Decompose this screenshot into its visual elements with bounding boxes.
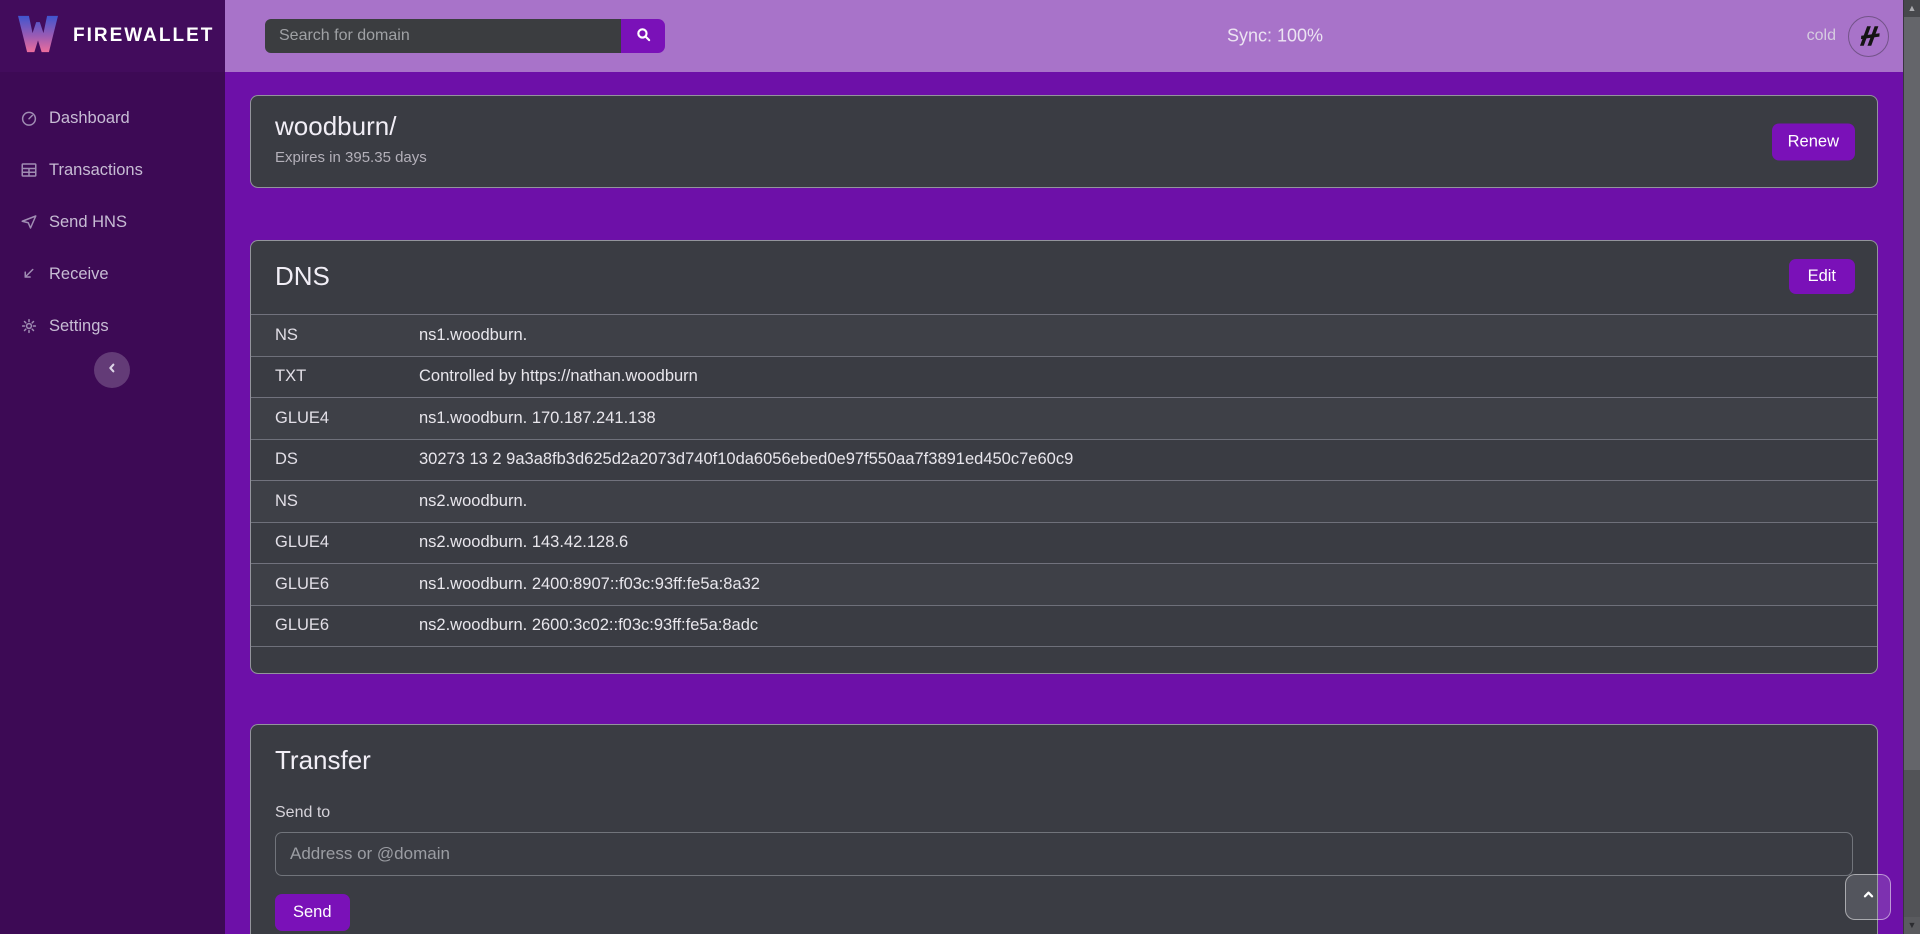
dns-record-type: GLUE4 <box>275 409 419 428</box>
renew-button[interactable]: Renew <box>1772 123 1855 160</box>
dns-record-type: DS <box>275 450 419 469</box>
sidebar-header: FIREWALLET <box>0 0 225 72</box>
wallet-info: cold <box>1807 16 1889 57</box>
scrollbar[interactable]: ▲ ▼ <box>1903 0 1920 934</box>
domain-title: woodburn/ <box>275 111 1853 142</box>
scroll-to-top-button[interactable] <box>1845 874 1891 920</box>
main-content: woodburn/ Expires in 395.35 days Renew D… <box>225 72 1903 934</box>
sidebar-collapse-button[interactable] <box>94 352 130 388</box>
dns-record-value: ns1.woodburn. 170.187.241.138 <box>419 409 656 428</box>
receive-arrow-icon <box>20 265 38 283</box>
send-to-label: Send to <box>275 804 1853 822</box>
transfer-card: Transfer Send to Send <box>250 724 1878 934</box>
dns-record-row: GLUE4 ns2.woodburn. 143.42.128.6 <box>251 522 1877 564</box>
dashboard-gauge-icon <box>20 109 38 127</box>
firewallet-logo-icon <box>16 14 60 59</box>
scrollbar-down-arrow-icon[interactable]: ▼ <box>1904 917 1920 934</box>
dns-record-row: GLUE4 ns1.woodburn. 170.187.241.138 <box>251 397 1877 439</box>
sidebar: FIREWALLET Dashboard Transactions <box>0 0 225 934</box>
dns-record-type: NS <box>275 492 419 511</box>
dns-record-type: NS <box>275 326 419 345</box>
dns-record-row: NS ns2.woodburn. <box>251 480 1877 522</box>
chevron-left-icon <box>104 360 120 381</box>
transfer-card-title: Transfer <box>275 745 1853 776</box>
sidebar-item-label: Send HNS <box>49 213 127 232</box>
sidebar-item-label: Receive <box>49 265 109 284</box>
dns-record-type: TXT <box>275 367 419 386</box>
topbar: Sync: 100% cold <box>225 0 1903 72</box>
sidebar-item-dashboard[interactable]: Dashboard <box>0 92 225 144</box>
sidebar-nav: Dashboard Transactions Send HNS <box>0 72 225 352</box>
sync-status: Sync: 100% <box>1227 26 1323 47</box>
sidebar-item-label: Dashboard <box>49 109 130 128</box>
search-button[interactable] <box>621 19 665 53</box>
edit-dns-button[interactable]: Edit <box>1789 259 1855 294</box>
scrollbar-thumb[interactable] <box>1904 17 1920 770</box>
transactions-table-icon <box>20 161 38 179</box>
dns-record-row: GLUE6 ns2.woodburn. 2600:3c02::f03c:93ff… <box>251 605 1877 647</box>
domain-search-input[interactable] <box>265 19 621 53</box>
dns-record-type: GLUE6 <box>275 616 419 635</box>
dns-record-value: Controlled by https://nathan.woodburn <box>419 367 698 386</box>
dns-record-row: NS ns1.woodburn. <box>251 314 1877 356</box>
dns-record-type: GLUE4 <box>275 533 419 552</box>
dns-record-value: 30273 13 2 9a3a8fb3d625d2a2073d740f10da6… <box>419 450 1073 469</box>
dns-record-row: TXT Controlled by https://nathan.woodbur… <box>251 356 1877 398</box>
sidebar-item-label: Transactions <box>49 161 143 180</box>
dns-record-row: GLUE6 ns1.woodburn. 2400:8907::f03c:93ff… <box>251 563 1877 605</box>
domain-expiry: Expires in 395.35 days <box>275 149 1853 166</box>
send-transfer-button[interactable]: Send <box>275 894 350 931</box>
dns-record-value: ns2.woodburn. <box>419 492 527 511</box>
handshake-logo-icon[interactable] <box>1848 16 1889 57</box>
dns-record-value: ns1.woodburn. 2400:8907::f03c:93ff:fe5a:… <box>419 575 760 594</box>
settings-gear-icon <box>20 317 38 335</box>
sidebar-item-transactions[interactable]: Transactions <box>0 144 225 196</box>
domain-card: woodburn/ Expires in 395.35 days Renew <box>250 95 1878 188</box>
scrollbar-up-arrow-icon[interactable]: ▲ <box>1904 0 1920 17</box>
dns-record-value: ns2.woodburn. 2600:3c02::f03c:93ff:fe5a:… <box>419 616 758 635</box>
dns-card: DNS Edit NS ns1.woodburn. TXT Controlled… <box>250 240 1878 674</box>
dns-record-value: ns2.woodburn. 143.42.128.6 <box>419 533 628 552</box>
dns-record-type: GLUE6 <box>275 575 419 594</box>
dns-card-title: DNS <box>275 261 1853 292</box>
brand-name: FIREWALLET <box>73 25 214 47</box>
search-icon <box>635 26 652 46</box>
chevron-up-icon <box>1860 886 1877 908</box>
domain-search-group <box>265 19 665 53</box>
send-plane-icon <box>20 213 38 231</box>
transfer-address-input[interactable] <box>275 832 1853 876</box>
sidebar-item-label: Settings <box>49 317 109 336</box>
sidebar-item-settings[interactable]: Settings <box>0 300 225 352</box>
dns-record-value: ns1.woodburn. <box>419 326 527 345</box>
sidebar-item-send-hns[interactable]: Send HNS <box>0 196 225 248</box>
dns-record-row: DS 30273 13 2 9a3a8fb3d625d2a2073d740f10… <box>251 439 1877 481</box>
wallet-name: cold <box>1807 27 1836 45</box>
sidebar-item-receive[interactable]: Receive <box>0 248 225 300</box>
dns-records-table: NS ns1.woodburn. TXT Controlled by https… <box>251 314 1877 647</box>
